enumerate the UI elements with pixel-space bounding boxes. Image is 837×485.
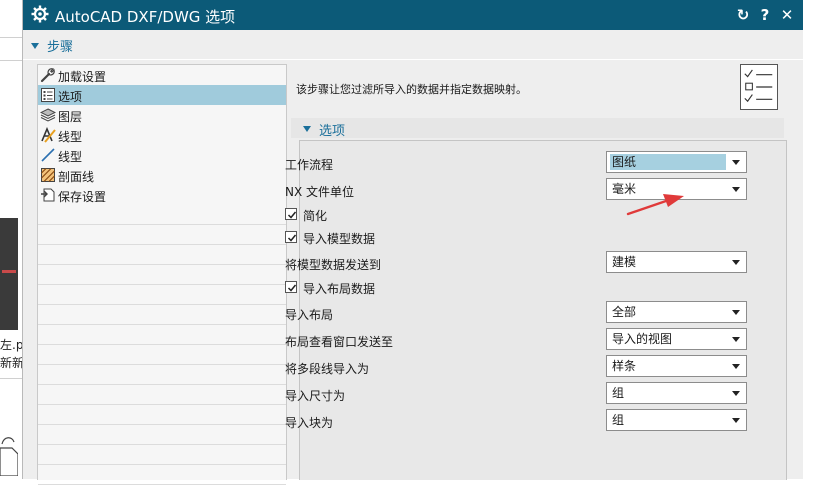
empty-row xyxy=(38,285,286,305)
section-divider xyxy=(23,59,804,60)
dialog-titlebar[interactable]: AutoCAD DXF/DWG 选项 ↻ ? ✕ xyxy=(23,0,804,30)
steps-section-toggle[interactable]: 步骤 xyxy=(31,36,74,55)
chevron-down-icon xyxy=(732,260,740,265)
import-layout-dropdown[interactable]: 全部 xyxy=(606,301,747,323)
bg-thumbnail-mark xyxy=(2,270,16,273)
empty-row xyxy=(38,245,286,265)
annotation-arrow-icon xyxy=(626,194,684,216)
step-label: 保存设置 xyxy=(58,190,107,204)
empty-row xyxy=(38,205,286,225)
options-list-icon xyxy=(41,88,55,102)
import-model-data-label: 导入模型数据 xyxy=(303,232,376,246)
collapse-triangle-icon xyxy=(31,43,39,49)
empty-row xyxy=(38,305,286,325)
polyline-as-value: 样条 xyxy=(612,359,637,373)
close-button[interactable]: ✕ xyxy=(778,5,796,25)
bg-file-name[interactable]: 左.p xyxy=(0,336,23,353)
step-item-load-settings[interactable]: 加载设置 xyxy=(38,65,286,85)
import-layout-data-label: 导入布局数据 xyxy=(303,282,376,296)
workflow-label: 工作流程 xyxy=(285,158,334,172)
linetype-icon xyxy=(41,127,56,143)
chevron-down-icon xyxy=(732,364,740,369)
step-label: 线型 xyxy=(58,150,83,164)
block-as-dropdown[interactable]: 组 xyxy=(606,409,747,431)
bg-thumbnail[interactable] xyxy=(0,218,18,330)
options-section-toggle[interactable]: 选项 xyxy=(291,118,784,139)
step-item-hatch[interactable]: 剖面线 xyxy=(38,165,286,185)
empty-row xyxy=(38,425,286,445)
layout-view-send-to-label: 布局查看窗口发送至 xyxy=(285,335,394,349)
workflow-dropdown[interactable]: 图纸 xyxy=(606,151,747,173)
steps-list: 加载设置 选项 图层 线型 线型 剖面线 保存设置 xyxy=(37,64,287,485)
line-icon xyxy=(41,148,55,162)
autocad-options-dialog: AutoCAD DXF/DWG 选项 ↻ ? ✕ 步骤 加载设置 选项 图层 线… xyxy=(22,0,805,485)
hatch-icon xyxy=(41,168,55,182)
help-button[interactable]: ? xyxy=(756,5,774,25)
bg-file-label[interactable]: 新新 xyxy=(0,354,24,371)
checkbox-box xyxy=(285,231,297,243)
save-settings-icon xyxy=(41,188,55,202)
step-label: 选项 xyxy=(58,90,83,104)
simplify-label: 简化 xyxy=(303,209,328,223)
chevron-down-icon xyxy=(732,418,740,423)
checkbox-box xyxy=(285,281,297,293)
bg-divider xyxy=(0,378,22,379)
layout-view-send-to-dropdown[interactable]: 导入的视图 xyxy=(606,328,747,350)
send-model-to-value: 建模 xyxy=(612,255,637,269)
polyline-as-label: 将多段线导入为 xyxy=(285,362,370,376)
empty-row xyxy=(38,225,286,245)
block-as-label: 导入块为 xyxy=(285,416,334,430)
step-item-options[interactable]: 选项 xyxy=(38,85,286,105)
step-label: 加载设置 xyxy=(58,70,107,84)
step-item-layers[interactable]: 图层 xyxy=(38,105,286,125)
block-as-value: 组 xyxy=(612,413,625,427)
bg-divider xyxy=(0,37,22,38)
step-label: 剖面线 xyxy=(58,170,95,184)
nx-units-label: NX 文件单位 xyxy=(285,185,355,199)
step-item-linetype-font[interactable]: 线型 xyxy=(38,125,286,145)
background-page-margin xyxy=(803,0,837,479)
empty-row xyxy=(38,405,286,425)
empty-row xyxy=(38,465,286,485)
dimension-as-value: 组 xyxy=(612,386,625,400)
empty-row xyxy=(38,445,286,465)
checkbox-box xyxy=(285,208,297,220)
step-description: 该步骤让您过滤所导入的数据并指定数据映射。 xyxy=(296,83,527,96)
import-layout-label: 导入布局 xyxy=(285,308,334,322)
empty-row xyxy=(38,345,286,365)
options-section-label: 选项 xyxy=(319,124,346,139)
step-item-save-settings[interactable]: 保存设置 xyxy=(38,185,286,205)
empty-row xyxy=(38,325,286,345)
step-label: 线型 xyxy=(58,130,83,144)
layers-icon xyxy=(40,108,56,122)
chevron-down-icon xyxy=(732,160,740,165)
send-model-to-label: 将模型数据发送到 xyxy=(285,258,382,272)
chevron-down-icon xyxy=(732,187,740,192)
chevron-down-icon xyxy=(732,391,740,396)
step-label: 图层 xyxy=(58,110,83,124)
wrench-icon xyxy=(40,68,55,83)
chevron-down-icon xyxy=(732,337,740,342)
steps-section-label: 步骤 xyxy=(47,40,74,55)
import-layout-value: 全部 xyxy=(612,305,637,319)
gear-icon xyxy=(31,5,49,23)
background-app-strip: 左.p 新新 xyxy=(0,0,24,479)
chevron-down-icon xyxy=(732,310,740,315)
reset-button[interactable]: ↻ xyxy=(734,5,752,25)
empty-row xyxy=(38,265,286,285)
empty-row xyxy=(38,385,286,405)
layout-view-send-to-value: 导入的视图 xyxy=(612,332,673,346)
bg-divider xyxy=(0,60,22,61)
step-item-linetype[interactable]: 线型 xyxy=(38,145,286,165)
empty-row xyxy=(38,365,286,385)
dimension-as-label: 导入尺寸为 xyxy=(285,389,346,403)
send-model-to-dropdown[interactable]: 建模 xyxy=(606,251,747,273)
polyline-as-dropdown[interactable]: 样条 xyxy=(606,355,747,377)
bg-file-icon[interactable] xyxy=(0,432,18,476)
checklist-icon xyxy=(740,64,778,110)
collapse-triangle-icon xyxy=(303,126,311,132)
workflow-value: 图纸 xyxy=(610,154,726,170)
dialog-title: AutoCAD DXF/DWG 选项 xyxy=(55,8,236,26)
dimension-as-dropdown[interactable]: 组 xyxy=(606,382,747,404)
